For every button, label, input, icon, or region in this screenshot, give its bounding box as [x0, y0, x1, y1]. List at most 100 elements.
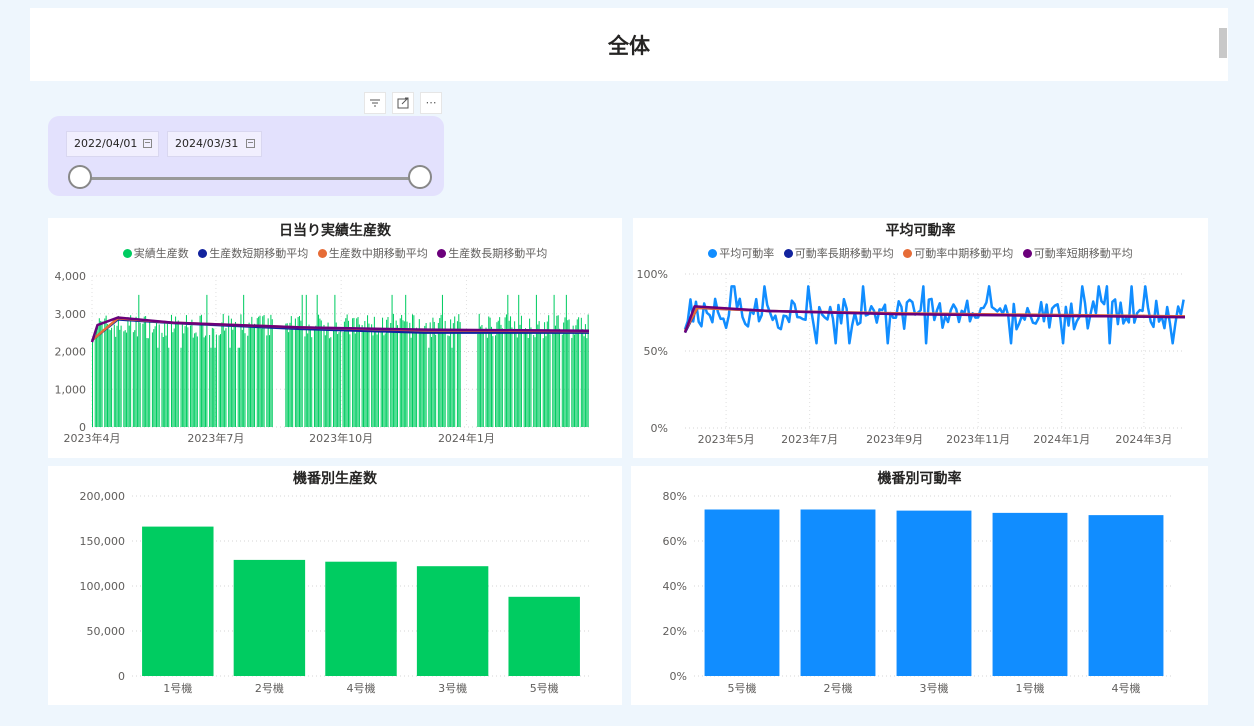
focus-mode-button[interactable] — [392, 92, 414, 114]
daily-production-bar — [335, 322, 337, 427]
daily-production-bar — [444, 320, 446, 427]
daily-production-bar — [354, 333, 356, 427]
end-date-input[interactable]: 2024/03/31 — [167, 131, 262, 157]
daily-production-bar — [527, 337, 529, 427]
x-tick-label: 4号機 — [1112, 681, 1141, 695]
daily-production-bar — [437, 322, 439, 427]
daily-production-bar — [425, 323, 427, 427]
machine-bar — [704, 509, 780, 676]
machine-bar — [142, 526, 214, 676]
machine-bar — [896, 510, 972, 676]
filter-button[interactable] — [364, 92, 386, 114]
daily-production-bar — [183, 333, 185, 427]
daily-production-bar — [313, 326, 315, 427]
daily-production-bar — [382, 317, 384, 427]
daily-production-bar — [105, 315, 107, 427]
daily-production-bar — [243, 294, 245, 427]
daily-production-bar — [157, 347, 159, 427]
daily-production-bar — [428, 347, 430, 427]
daily-production-bar — [145, 316, 147, 427]
y-tick-label: 100% — [637, 268, 668, 281]
machine-utilization-plot: 0% 20% 40% 60% 80% 5号機 2号機 3号機 1号機 4号機 — [663, 490, 1174, 695]
machine-bar — [416, 566, 489, 676]
daily-production-bar — [252, 327, 254, 427]
end-date-value: 2024/03/31 — [175, 137, 239, 150]
daily-production-bar — [535, 294, 537, 427]
daily-production-bar — [546, 321, 548, 427]
slider-end-handle[interactable] — [408, 165, 432, 189]
daily-production-bar — [142, 323, 144, 427]
daily-production-bar — [262, 316, 264, 427]
calendar-icon[interactable] — [143, 139, 152, 148]
daily-production-bar — [315, 325, 317, 427]
daily-production-bar — [567, 320, 569, 427]
daily-production-bar — [387, 317, 389, 427]
y-tick-label: 60% — [663, 535, 687, 548]
daily-production-bar — [289, 322, 291, 427]
daily-production-bar — [364, 321, 366, 427]
daily-production-bar — [230, 318, 232, 427]
more-options-button[interactable]: ⋯ — [420, 92, 442, 114]
daily-production-bar — [530, 327, 532, 427]
daily-production-bar — [218, 335, 220, 427]
x-tick-label: 3号機 — [920, 681, 949, 695]
daily-production-bar — [395, 320, 397, 427]
daily-production-bar — [304, 336, 306, 427]
calendar-icon[interactable] — [246, 139, 255, 148]
scrollbar-thumb[interactable] — [1219, 28, 1227, 58]
daily-production-bar — [270, 314, 272, 427]
daily-production-bar — [101, 321, 103, 427]
daily-production-bar — [120, 325, 122, 427]
daily-production-bar — [126, 332, 128, 427]
daily-production-bar — [127, 317, 129, 427]
x-tick-label: 2023年11月 — [946, 432, 1010, 446]
daily-production-bar — [181, 322, 183, 427]
daily-production-chart[interactable]: 日当り実績生産数 実績生産数 生産数短期移動平均 生産数中期移動平均 生産数長期… — [48, 218, 622, 458]
avg-utilization-chart[interactable]: 平均可動率 平均可動率 可動率長期移動平均 可動率中期移動平均 可動率短期移動平… — [633, 218, 1208, 458]
x-tick-label: 5号機 — [530, 681, 559, 695]
daily-production-bar — [456, 321, 458, 427]
daily-production-bar — [399, 318, 401, 427]
daily-production-bar — [104, 318, 106, 427]
y-tick-label: 20% — [663, 625, 687, 638]
daily-production-bar — [271, 319, 273, 427]
daily-production-bar — [375, 329, 377, 427]
x-tick-label: 2号機 — [255, 681, 284, 695]
daily-production-bar — [443, 331, 445, 427]
slider-start-handle[interactable] — [68, 165, 92, 189]
x-tick-label: 2023年10月 — [309, 431, 373, 445]
start-date-input[interactable]: 2022/04/01 — [66, 131, 159, 157]
daily-production-bar — [296, 325, 298, 427]
y-tick-label: 3,000 — [55, 308, 87, 321]
daily-production-bar — [580, 317, 582, 427]
daily-production-bar — [318, 314, 320, 427]
start-date-value: 2022/04/01 — [74, 137, 138, 150]
y-tick-label: 50,000 — [87, 625, 126, 638]
daily-production-bar — [537, 324, 539, 427]
daily-production-bar — [539, 330, 542, 427]
daily-production-bar — [138, 294, 140, 427]
daily-production-bar — [113, 324, 115, 427]
daily-production-bar — [256, 318, 258, 427]
daily-production-bar — [240, 314, 242, 427]
daily-production-bar — [119, 329, 121, 427]
daily-production-bar — [383, 335, 385, 427]
focus-mode-icon — [397, 97, 409, 109]
slider-track[interactable] — [80, 177, 420, 180]
daily-production-bar — [94, 333, 96, 427]
machine-production-chart[interactable]: 機番別生産数 0 50,000 100,000 150,000 200,000 1号機 2号… — [48, 466, 622, 705]
machine-utilization-chart[interactable]: 機番別可動率 0% 20% 40% 60% 80% 5号機 2号機 3号機 1号機 4号機 — [631, 466, 1208, 705]
daily-production-bar — [196, 336, 198, 427]
daily-production-bar — [545, 336, 547, 427]
machine-bar — [800, 509, 876, 676]
daily-production-bar — [307, 333, 309, 427]
daily-production-bar — [435, 334, 437, 427]
daily-production-bar — [239, 347, 241, 427]
x-tick-label: 4号機 — [347, 681, 376, 695]
daily-production-bar — [96, 330, 98, 427]
daily-production-bar — [258, 316, 260, 427]
x-tick-label: 2023年7月 — [781, 432, 838, 446]
daily-production-bar — [582, 329, 584, 427]
daily-production-bar — [244, 333, 246, 427]
y-tick-label: 0 — [118, 670, 125, 683]
